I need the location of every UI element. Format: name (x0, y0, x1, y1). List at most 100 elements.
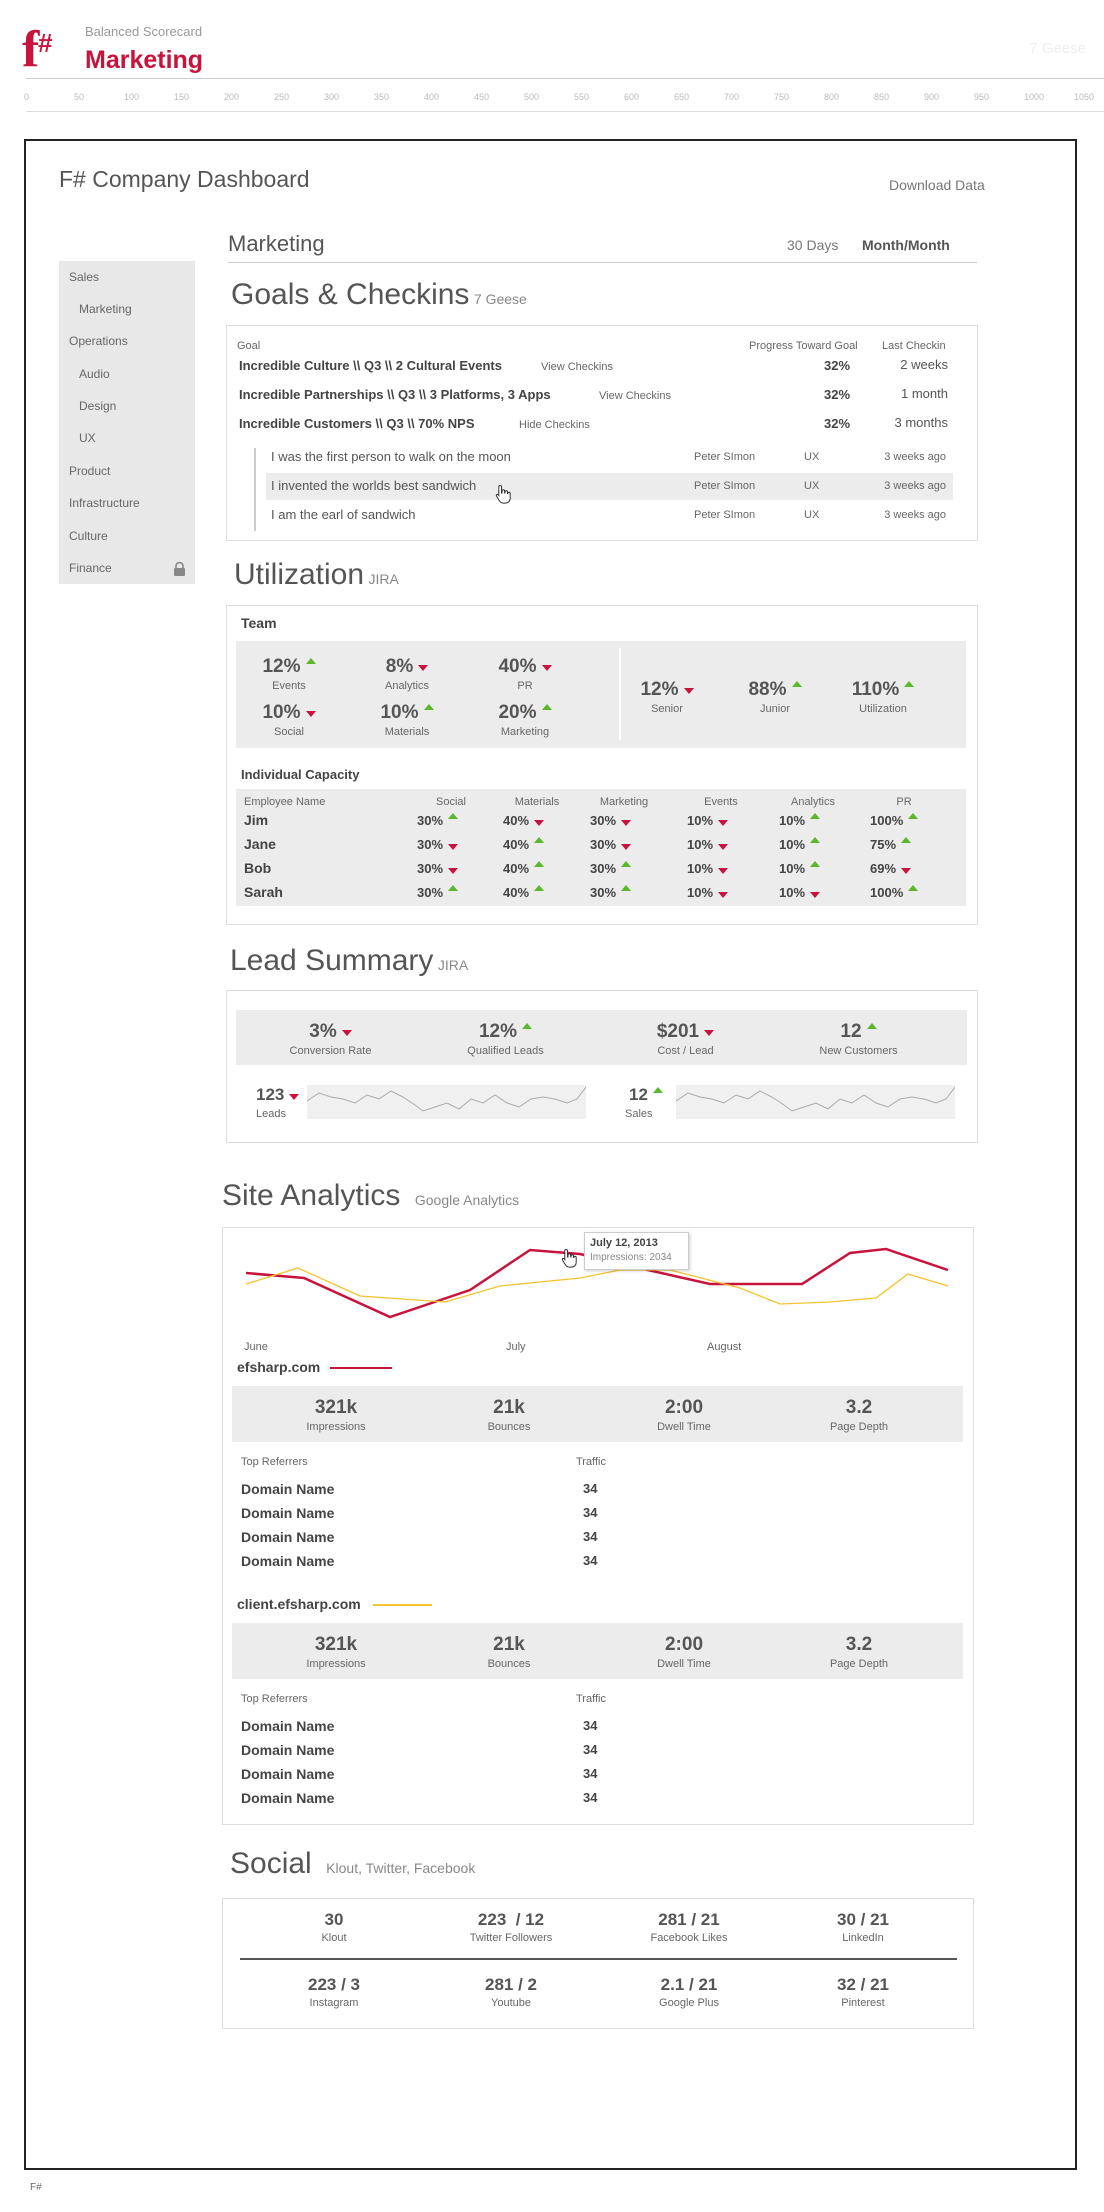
sidebar-item-infrastructure[interactable]: Infrastructure (69, 496, 140, 510)
leads-sparkline (307, 1085, 586, 1119)
lead-stat-label: New Customers (819, 1045, 898, 1057)
referrer-domain[interactable]: Domain Name (241, 1790, 334, 1806)
sidebar-item-operations[interactable]: Operations (69, 334, 128, 348)
view-checkins-link[interactable]: Hide Checkins (519, 419, 590, 431)
sidebar-item-ux[interactable]: UX (79, 431, 96, 445)
capacity-value: 10% (687, 861, 714, 876)
trend-up-icon (534, 860, 545, 867)
team-stat: 10% Social (229, 702, 349, 738)
checkin-text[interactable]: I invented the worlds best sandwich (271, 478, 476, 493)
trend-up-icon (423, 703, 434, 710)
capacity-value: 40% (503, 885, 530, 900)
tooltip-value: Impressions: 2034 (590, 1252, 672, 1263)
social-stat: 30 Klout (274, 1910, 394, 1944)
referrer-traffic: 34 (583, 1742, 598, 1757)
lead-stat-label: Qualified Leads (467, 1045, 544, 1057)
level-stat-label: Senior (651, 703, 683, 715)
level-stat: 88% Junior (715, 679, 835, 715)
trend-down-icon (341, 1029, 352, 1036)
team-stat-number: 10% (262, 702, 301, 723)
referrer-domain[interactable]: Domain Name (241, 1718, 334, 1734)
trend-down-icon (621, 843, 632, 850)
site-name: efsharp.com (237, 1359, 321, 1375)
social-stat-value: 281 / 21 (658, 1910, 720, 1929)
team-stat-label: Social (274, 726, 304, 738)
team-stat: 8% Analytics (347, 656, 467, 692)
trend-down-icon (448, 867, 459, 874)
level-stat: 110% Utilization (823, 679, 943, 715)
sidebar-item-design[interactable]: Design (79, 399, 116, 413)
referrer-domain[interactable]: Domain Name (241, 1553, 334, 1569)
referrer-domain[interactable]: Domain Name (241, 1481, 334, 1497)
social-stat-label: LinkedIn (842, 1932, 884, 1944)
leads-label: Leads (256, 1108, 286, 1120)
sidebar-item-sales[interactable]: Sales (69, 270, 99, 284)
view-checkins-link[interactable]: View Checkins (541, 361, 613, 373)
team-stat-number: 20% (498, 702, 537, 723)
social-stat-label: Facebook Likes (650, 1932, 728, 1944)
site-name: client.efsharp.com (237, 1596, 361, 1612)
employee-name: Jim (244, 812, 269, 828)
sidebar-item-product[interactable]: Product (69, 464, 110, 478)
trend-up-icon (901, 836, 912, 843)
trend-down-icon (541, 664, 552, 671)
goal-progress: 32% (824, 358, 851, 373)
ruler-tick: 650 (674, 92, 690, 102)
sidebar-item-marketing[interactable]: Marketing (79, 302, 132, 316)
header-divider (26, 78, 1104, 79)
referrer-domain[interactable]: Domain Name (241, 1505, 334, 1521)
team-stat-value: 40% (465, 656, 585, 678)
trend-down-icon (305, 710, 316, 717)
trend-up-icon (810, 812, 821, 819)
team-stat-number: 10% (380, 702, 419, 723)
social-stat-value: 30 / 21 (837, 1910, 889, 1929)
download-data-link[interactable]: Download Data (889, 177, 985, 193)
trend-down-icon (418, 664, 429, 671)
trend-down-icon (704, 1029, 715, 1036)
social-stat: 2.1 / 21 Google Plus (629, 1975, 749, 2009)
trend-down-icon (718, 867, 729, 874)
sidebar-item-culture[interactable]: Culture (69, 529, 108, 543)
referrer-domain[interactable]: Domain Name (241, 1766, 334, 1782)
trend-down-icon (901, 867, 912, 874)
ruler-tick: 800 (824, 92, 840, 102)
site-stat-label: Impressions (306, 1421, 366, 1433)
capacity-col-header: Marketing (599, 796, 649, 808)
capacity-col-header: Social (436, 796, 466, 808)
sidebar-item-audio[interactable]: Audio (79, 367, 110, 381)
view-checkins-link[interactable]: View Checkins (599, 390, 671, 402)
sidebar-item-finance[interactable]: Finance (69, 561, 112, 575)
range-30-days[interactable]: 30 Days (787, 237, 838, 253)
capacity-value: 30% (417, 837, 444, 852)
capacity-value: 30% (417, 861, 444, 876)
referrer-traffic: 34 (583, 1529, 598, 1544)
trend-down-icon (621, 819, 632, 826)
capacity-cell: 100% (870, 812, 940, 828)
referrer-domain[interactable]: Domain Name (241, 1529, 334, 1545)
checkin-team: UX (804, 509, 820, 521)
ruler-tick: 300 (324, 92, 340, 102)
lead-stat-number: $201 (656, 1021, 700, 1042)
goal-name: Incredible Culture \\ Q3 \\ 2 Cultural E… (239, 358, 502, 373)
ruler-tick: 400 (424, 92, 440, 102)
fsharp-logo[interactable]: f # (22, 22, 66, 76)
checkin-text[interactable]: I was the first person to walk on the mo… (271, 449, 511, 464)
trend-down-icon (683, 687, 694, 694)
ruler-tick: 350 (374, 92, 390, 102)
capacity-cell: 40% (503, 860, 573, 876)
goal-last-checkin: 2 weeks (900, 357, 948, 372)
site-stat: 21k Bounces (449, 1397, 569, 1433)
trend-up-icon (522, 1022, 533, 1029)
capacity-cell: 40% (503, 836, 573, 852)
capacity-cell: 10% (779, 812, 849, 828)
referrer-domain[interactable]: Domain Name (241, 1742, 334, 1758)
social-stat-value: 2.1 / 21 (660, 1975, 718, 1994)
lead-stat: 3% Conversion Rate (253, 1021, 408, 1057)
range-month-month[interactable]: Month/Month (862, 237, 950, 253)
app-header: f # Balanced Scorecard Marketing 7 Geese… (0, 0, 1104, 112)
checkin-text[interactable]: I am the earl of sandwich (271, 507, 416, 522)
ruler-tick: 600 (624, 92, 640, 102)
utilization-source: JIRA (368, 571, 399, 587)
goal-last-checkin: 3 months (894, 415, 948, 430)
team-stat: 10% Materials (347, 702, 467, 738)
